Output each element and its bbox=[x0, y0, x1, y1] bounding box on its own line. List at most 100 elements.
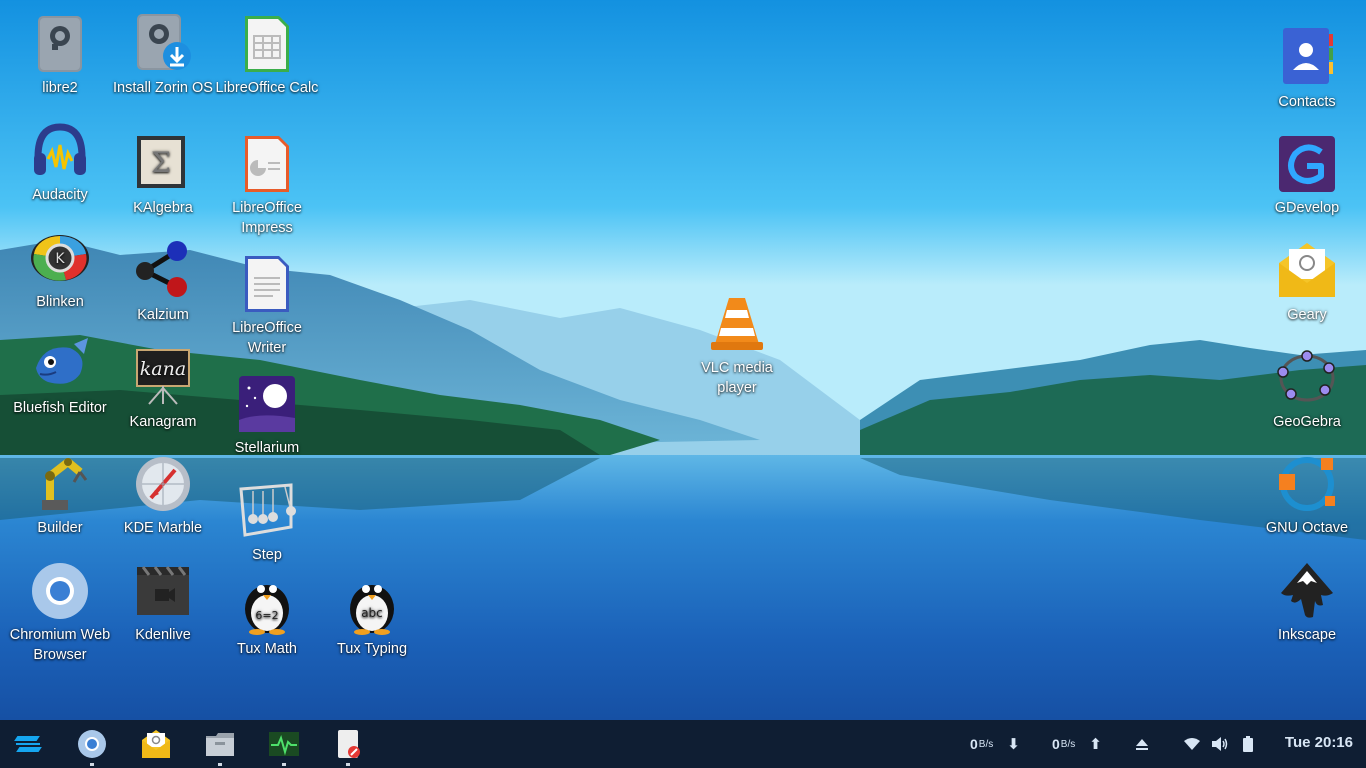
system-monitor-icon bbox=[269, 732, 299, 756]
kalgebra-icon: Σ bbox=[133, 134, 193, 194]
svg-text:6=2: 6=2 bbox=[255, 609, 278, 622]
desktop-icon-kdenlive[interactable]: Kdenlive bbox=[111, 561, 215, 645]
icon-label: KDE Marble bbox=[123, 520, 203, 536]
install-zorin-icon bbox=[133, 14, 193, 74]
icon-label: Tux Typing bbox=[336, 641, 408, 657]
icon-label: Contacts bbox=[1278, 94, 1336, 110]
desktop-icon-kalgebra[interactable]: Σ KAlgebra bbox=[111, 134, 215, 218]
wifi-button[interactable] bbox=[1183, 720, 1201, 768]
svg-text:K: K bbox=[55, 251, 65, 267]
net-download-indicator[interactable]: 0 B/s ⬇ bbox=[970, 720, 1020, 768]
taskbar-chromium-button[interactable] bbox=[76, 728, 108, 766]
desktop-icon-install-zorin-os[interactable]: Install Zorin OS bbox=[111, 14, 215, 98]
desktop-icon-libre2[interactable]: libre2 bbox=[8, 14, 112, 98]
icon-label: Kanagram bbox=[129, 414, 197, 430]
icon-label: Bluefish Editor bbox=[13, 400, 107, 416]
calc-icon bbox=[237, 14, 297, 74]
taskbar-system-monitor-button[interactable] bbox=[268, 728, 300, 766]
vlc-icon bbox=[707, 294, 767, 354]
net-download-unit: B/s bbox=[978, 738, 994, 750]
desktop-icon-blinken[interactable]: K Blinken bbox=[8, 228, 112, 312]
desktop-icon-libreoffice-calc[interactable]: LibreOffice Calc bbox=[215, 14, 319, 98]
icon-label: libre2 bbox=[42, 80, 78, 96]
volume-button[interactable] bbox=[1211, 720, 1229, 768]
eject-icon bbox=[1136, 739, 1148, 750]
geogebra-icon bbox=[1277, 348, 1337, 408]
tuxmath-icon: 6=2 bbox=[237, 575, 297, 635]
zorin-menu-button[interactable] bbox=[12, 728, 44, 760]
desktop-icon-geogebra[interactable]: GeoGebra bbox=[1255, 348, 1359, 432]
geary-icon bbox=[142, 730, 170, 758]
net-upload-value: 0 bbox=[1052, 736, 1060, 752]
desktop-icon-contacts[interactable]: Contacts bbox=[1255, 28, 1359, 112]
impress-icon bbox=[237, 134, 297, 194]
icon-label: Geary bbox=[1287, 307, 1327, 323]
taskbar-text-editor-button[interactable] bbox=[332, 728, 364, 766]
desktop-icon-kalzium[interactable]: Kalzium bbox=[111, 241, 215, 325]
icon-label: Blinken bbox=[36, 294, 84, 310]
desktop-icon-libreoffice-writer[interactable]: LibreOffice Writer bbox=[215, 254, 319, 358]
upload-arrow-icon: ⬆ bbox=[1089, 736, 1102, 753]
volume-icon bbox=[1212, 737, 1228, 751]
drive-icon bbox=[30, 14, 90, 74]
desktop-icon-gdevelop[interactable]: GDevelop bbox=[1255, 134, 1359, 218]
builder-icon bbox=[30, 454, 90, 514]
icon-label: Install Zorin OS bbox=[113, 80, 213, 96]
icon-label: VLC media player bbox=[701, 360, 773, 396]
clock[interactable]: Tue 20:16 bbox=[1285, 734, 1353, 751]
writer-icon bbox=[237, 254, 297, 314]
desktop-icon-audacity[interactable]: Audacity bbox=[8, 121, 112, 205]
gdevelop-icon bbox=[1277, 134, 1337, 194]
kdenlive-icon bbox=[133, 561, 193, 621]
kanagram-icon: kana bbox=[133, 348, 193, 408]
battery-button[interactable] bbox=[1242, 720, 1254, 768]
desktop-icon-bluefish-editor[interactable]: Bluefish Editor bbox=[8, 334, 112, 418]
net-download-value: 0 bbox=[970, 736, 978, 752]
icon-label: GeoGebra bbox=[1273, 414, 1341, 430]
step-icon bbox=[237, 481, 297, 541]
wifi-icon bbox=[1184, 738, 1200, 750]
svg-text:Σ: Σ bbox=[151, 146, 171, 179]
stellarium-icon bbox=[237, 374, 297, 434]
desktop-icon-inkscape[interactable]: Inkscape bbox=[1255, 561, 1359, 645]
zorin-menu-icon bbox=[14, 736, 42, 752]
taskbar-files-button[interactable] bbox=[204, 728, 236, 766]
icon-label: LibreOffice Writer bbox=[232, 320, 302, 356]
icon-label: Builder bbox=[37, 520, 83, 536]
net-upload-indicator[interactable]: 0 B/s ⬆ bbox=[1052, 720, 1102, 768]
desktop-icon-vlc-media-player[interactable]: VLC media player bbox=[685, 294, 789, 398]
battery-icon bbox=[1243, 736, 1253, 752]
icon-label: Audacity bbox=[32, 187, 88, 203]
eject-button[interactable] bbox=[1134, 720, 1150, 768]
icon-label: Chromium Web Browser bbox=[9, 627, 111, 663]
desktop-icon-tux-typing[interactable]: abc Tux Typing bbox=[320, 575, 424, 659]
desktop-icon-builder[interactable]: Builder bbox=[8, 454, 112, 538]
contacts-icon bbox=[1277, 28, 1337, 88]
taskbar-geary-button[interactable] bbox=[140, 728, 172, 760]
desktop-icon-libreoffice-impress[interactable]: LibreOffice Impress bbox=[215, 134, 319, 238]
icon-label: Tux Math bbox=[237, 641, 297, 657]
icon-label: LibreOffice Impress bbox=[232, 200, 302, 236]
desktop-icon-stellarium[interactable]: Stellarium bbox=[215, 374, 319, 458]
desktop-icon-step[interactable]: Step bbox=[215, 481, 319, 565]
inkscape-icon bbox=[1277, 561, 1337, 621]
audacity-icon bbox=[30, 121, 90, 181]
icon-label: Kdenlive bbox=[135, 627, 191, 643]
icon-label: KAlgebra bbox=[133, 200, 193, 216]
svg-text:kana: kana bbox=[140, 358, 186, 380]
desktop-icon-geary[interactable]: Geary bbox=[1255, 241, 1359, 325]
text-editor-icon bbox=[338, 730, 360, 758]
running-indicator bbox=[218, 763, 222, 766]
desktop-icon-chromium-web-browser[interactable]: Chromium Web Browser bbox=[8, 561, 112, 665]
desktop-icon-tux-math[interactable]: 6=2 Tux Math bbox=[215, 575, 319, 659]
taskbar: 0 B/s ⬇ 0 B/s ⬆ Tue 20:16 bbox=[0, 720, 1366, 768]
kalzium-icon bbox=[133, 241, 193, 301]
geary-icon bbox=[1277, 241, 1337, 301]
desktop-icon-kanagram[interactable]: kana Kanagram bbox=[111, 348, 215, 432]
icon-label: Inkscape bbox=[1277, 627, 1337, 643]
running-indicator bbox=[282, 763, 286, 766]
desktop-icon-kde-marble[interactable]: KDE Marble bbox=[111, 454, 215, 538]
desktop-icon-gnu-octave[interactable]: GNU Octave bbox=[1255, 454, 1359, 538]
icon-label: LibreOffice Calc bbox=[215, 80, 319, 96]
bluefish-icon bbox=[30, 334, 90, 394]
